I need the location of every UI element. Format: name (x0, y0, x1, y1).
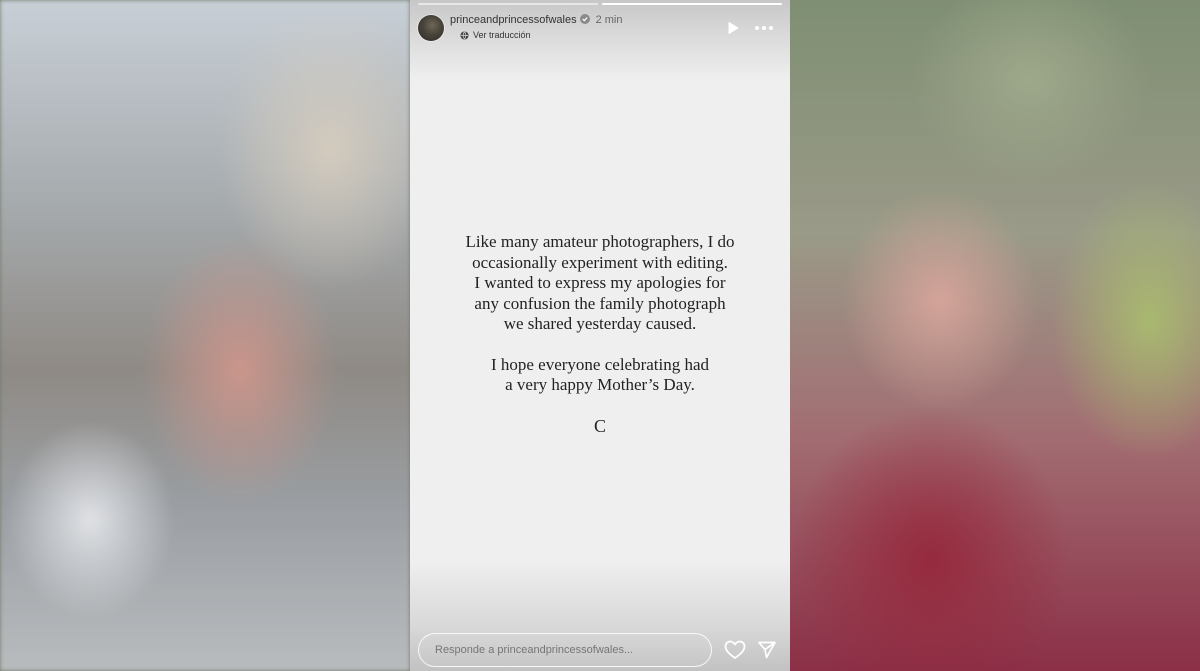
blurred-background-left (0, 0, 410, 671)
username-link[interactable]: princeandprincessofwales (450, 14, 577, 26)
story-header: princeandprincessofwales 2 min Ver traduc… (418, 13, 780, 43)
play-icon[interactable] (726, 21, 740, 35)
message-line: I hope everyone celebrating had (490, 354, 710, 374)
message-line: I wanted to express my apologies for (474, 273, 726, 292)
progress-segment (418, 3, 598, 5)
message-line: a very happy Mother’s Day. (505, 375, 695, 394)
translate-label: Ver traducción (473, 30, 531, 40)
heart-icon[interactable] (724, 640, 746, 660)
reply-input[interactable] (435, 644, 695, 656)
post-time: 2 min (595, 14, 623, 26)
globe-icon (460, 31, 469, 42)
more-options-icon[interactable] (754, 21, 774, 35)
blurred-background-right (790, 0, 1200, 671)
send-icon[interactable] (757, 640, 777, 660)
avatar[interactable] (418, 15, 444, 41)
message-line: any confusion the family photograph (474, 293, 726, 313)
message-line: Like many amateur photographers, I do (465, 232, 735, 251)
story-viewer[interactable]: princeandprincessofwales 2 min Ver traduc… (410, 0, 790, 671)
verified-badge-icon (579, 14, 590, 24)
translate-link[interactable]: Ver traducción (460, 30, 531, 42)
message-paragraph-2: I hope everyone celebrating had a very h… (410, 355, 790, 396)
story-progress-bar (418, 3, 782, 5)
progress-segment-active (602, 3, 782, 5)
message-paragraph-1: Like many amateur photographers, I do oc… (410, 232, 790, 335)
story-message: Like many amateur photographers, I do oc… (410, 232, 790, 436)
message-line: we shared yesterday caused. (503, 314, 697, 333)
reply-field[interactable] (418, 633, 712, 667)
username-row: princeandprincessofwales 2 min (450, 13, 622, 26)
message-line: occasionally experiment with editing. (472, 252, 728, 272)
signature: C (593, 415, 606, 436)
